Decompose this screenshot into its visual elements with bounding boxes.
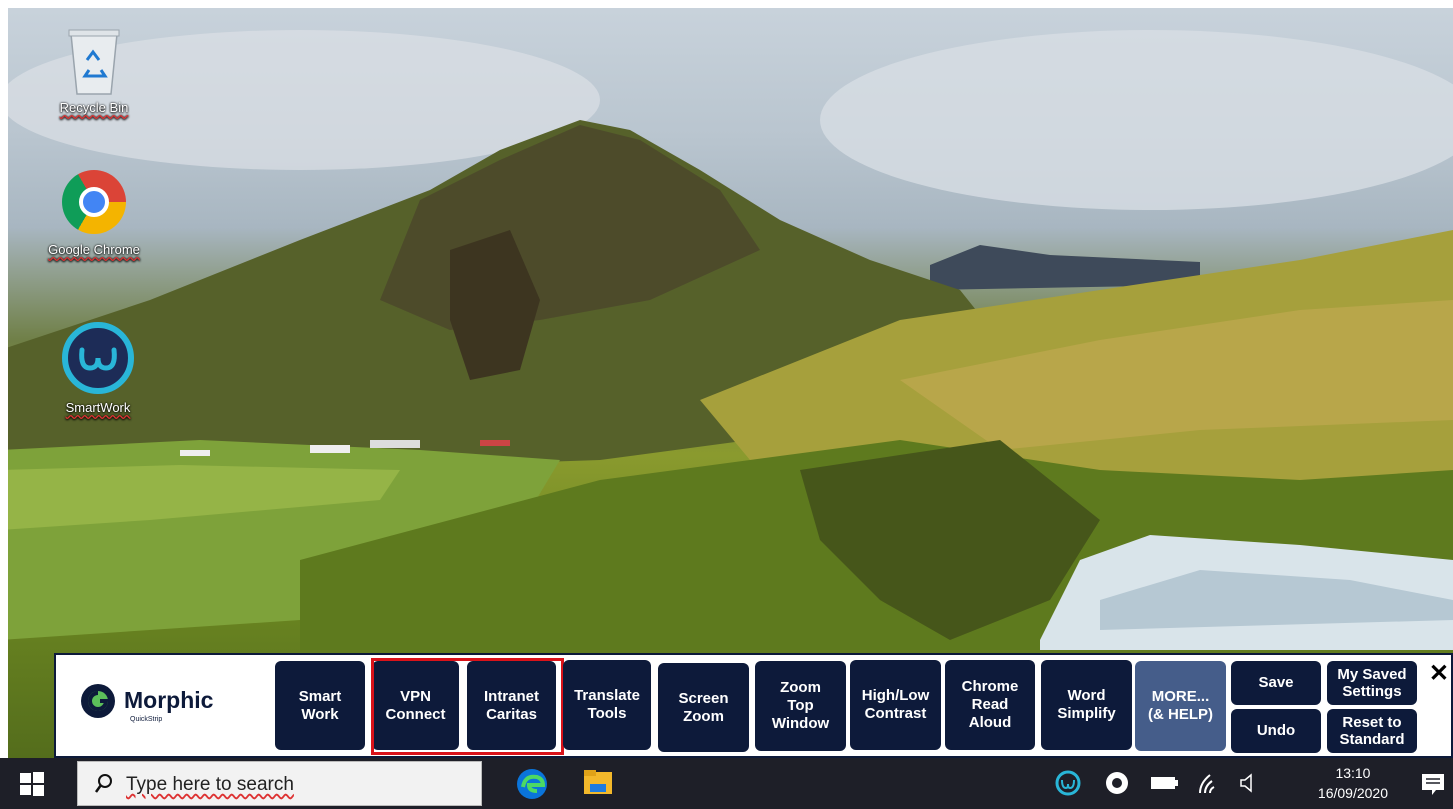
screen-zoom-button[interactable]: Screen Zoom [658, 663, 749, 752]
zoom-top-window-button[interactable]: Zoom Top Window [755, 661, 846, 751]
google-chrome-label: Google Chrome [48, 242, 140, 257]
taskbar: Type here to search 13:10 16/09/2020 [0, 758, 1453, 809]
smartwork-label: SmartWork [65, 400, 131, 415]
morphic-tray-icon [1106, 772, 1128, 794]
speaker-icon [1240, 773, 1252, 793]
morphic-subtitle: QuickStrip [130, 716, 163, 723]
search-placeholder: Type here to search [126, 774, 294, 795]
desktop-wallpaper: Recycle Bin Google Chrome SmartWork [0, 0, 1453, 758]
morphic-quickstrip: Morphic QuickStrip Smart Work VPN Connec… [54, 653, 1453, 758]
wifi-icon [1199, 774, 1215, 794]
system-clock[interactable]: 13:10 16/09/2020 [1318, 763, 1388, 803]
smartwork-icon [62, 322, 134, 394]
intranet-caritas-button[interactable]: Intranet Caritas [467, 661, 556, 750]
smartwork-tray-button[interactable] [1055, 770, 1081, 801]
recycle-bin-icon [65, 24, 123, 96]
smartwork-tray-icon [1055, 770, 1081, 796]
recycle-bin-label: Recycle Bin [59, 100, 129, 115]
word-simplify-button[interactable]: Word Simplify [1041, 660, 1132, 750]
landscape-image [0, 30, 1453, 650]
vpn-connect-button[interactable]: VPN Connect [372, 661, 459, 750]
taskbar-search-box[interactable]: Type here to search [77, 761, 482, 806]
volume-tray-button[interactable] [1238, 772, 1260, 799]
chrome-icon [62, 170, 126, 234]
desktop-icon-google-chrome[interactable]: Google Chrome [44, 170, 144, 257]
morphic-logo: Morphic QuickStrip [78, 681, 228, 731]
my-saved-settings-button[interactable]: My Saved Settings [1327, 661, 1417, 705]
battery-icon [1151, 777, 1178, 789]
clock-date: 16/09/2020 [1317, 785, 1388, 801]
translate-tools-button[interactable]: Translate Tools [563, 660, 651, 750]
taskbar-file-explorer-button[interactable] [582, 768, 614, 798]
morphic-logo-icon [81, 684, 115, 718]
screen-border-top [0, 0, 1453, 8]
desktop-icon-recycle-bin[interactable]: Recycle Bin [44, 24, 144, 115]
search-icon [94, 774, 112, 793]
high-low-contrast-button[interactable]: High/Low Contrast [850, 660, 941, 750]
undo-button[interactable]: Undo [1231, 709, 1321, 753]
chrome-read-aloud-button[interactable]: Chrome Read Aloud [945, 660, 1035, 750]
windows-icon [20, 772, 44, 796]
notification-center-button[interactable] [1419, 770, 1447, 803]
screen-border-left [0, 0, 8, 758]
reset-to-standard-button[interactable]: Reset to Standard [1327, 709, 1417, 753]
more-help-button[interactable]: MORE... (& HELP) [1135, 661, 1226, 751]
save-button[interactable]: Save [1231, 661, 1321, 705]
smart-work-button[interactable]: Smart Work [275, 661, 365, 750]
clock-time: 13:10 [1335, 765, 1371, 781]
network-tray-button[interactable] [1196, 771, 1222, 800]
close-quickstrip-button[interactable]: ✕ [1429, 659, 1449, 688]
file-explorer-icon [584, 770, 612, 794]
edge-icon [517, 769, 547, 799]
morphic-tray-button[interactable] [1104, 770, 1130, 801]
morphic-title: Morphic [124, 687, 214, 713]
desktop-icon-smartwork[interactable]: SmartWork [48, 322, 148, 415]
taskbar-edge-button[interactable] [515, 767, 549, 801]
battery-tray-button[interactable] [1150, 774, 1180, 797]
start-button[interactable] [18, 770, 46, 798]
notification-icon [1422, 774, 1444, 795]
